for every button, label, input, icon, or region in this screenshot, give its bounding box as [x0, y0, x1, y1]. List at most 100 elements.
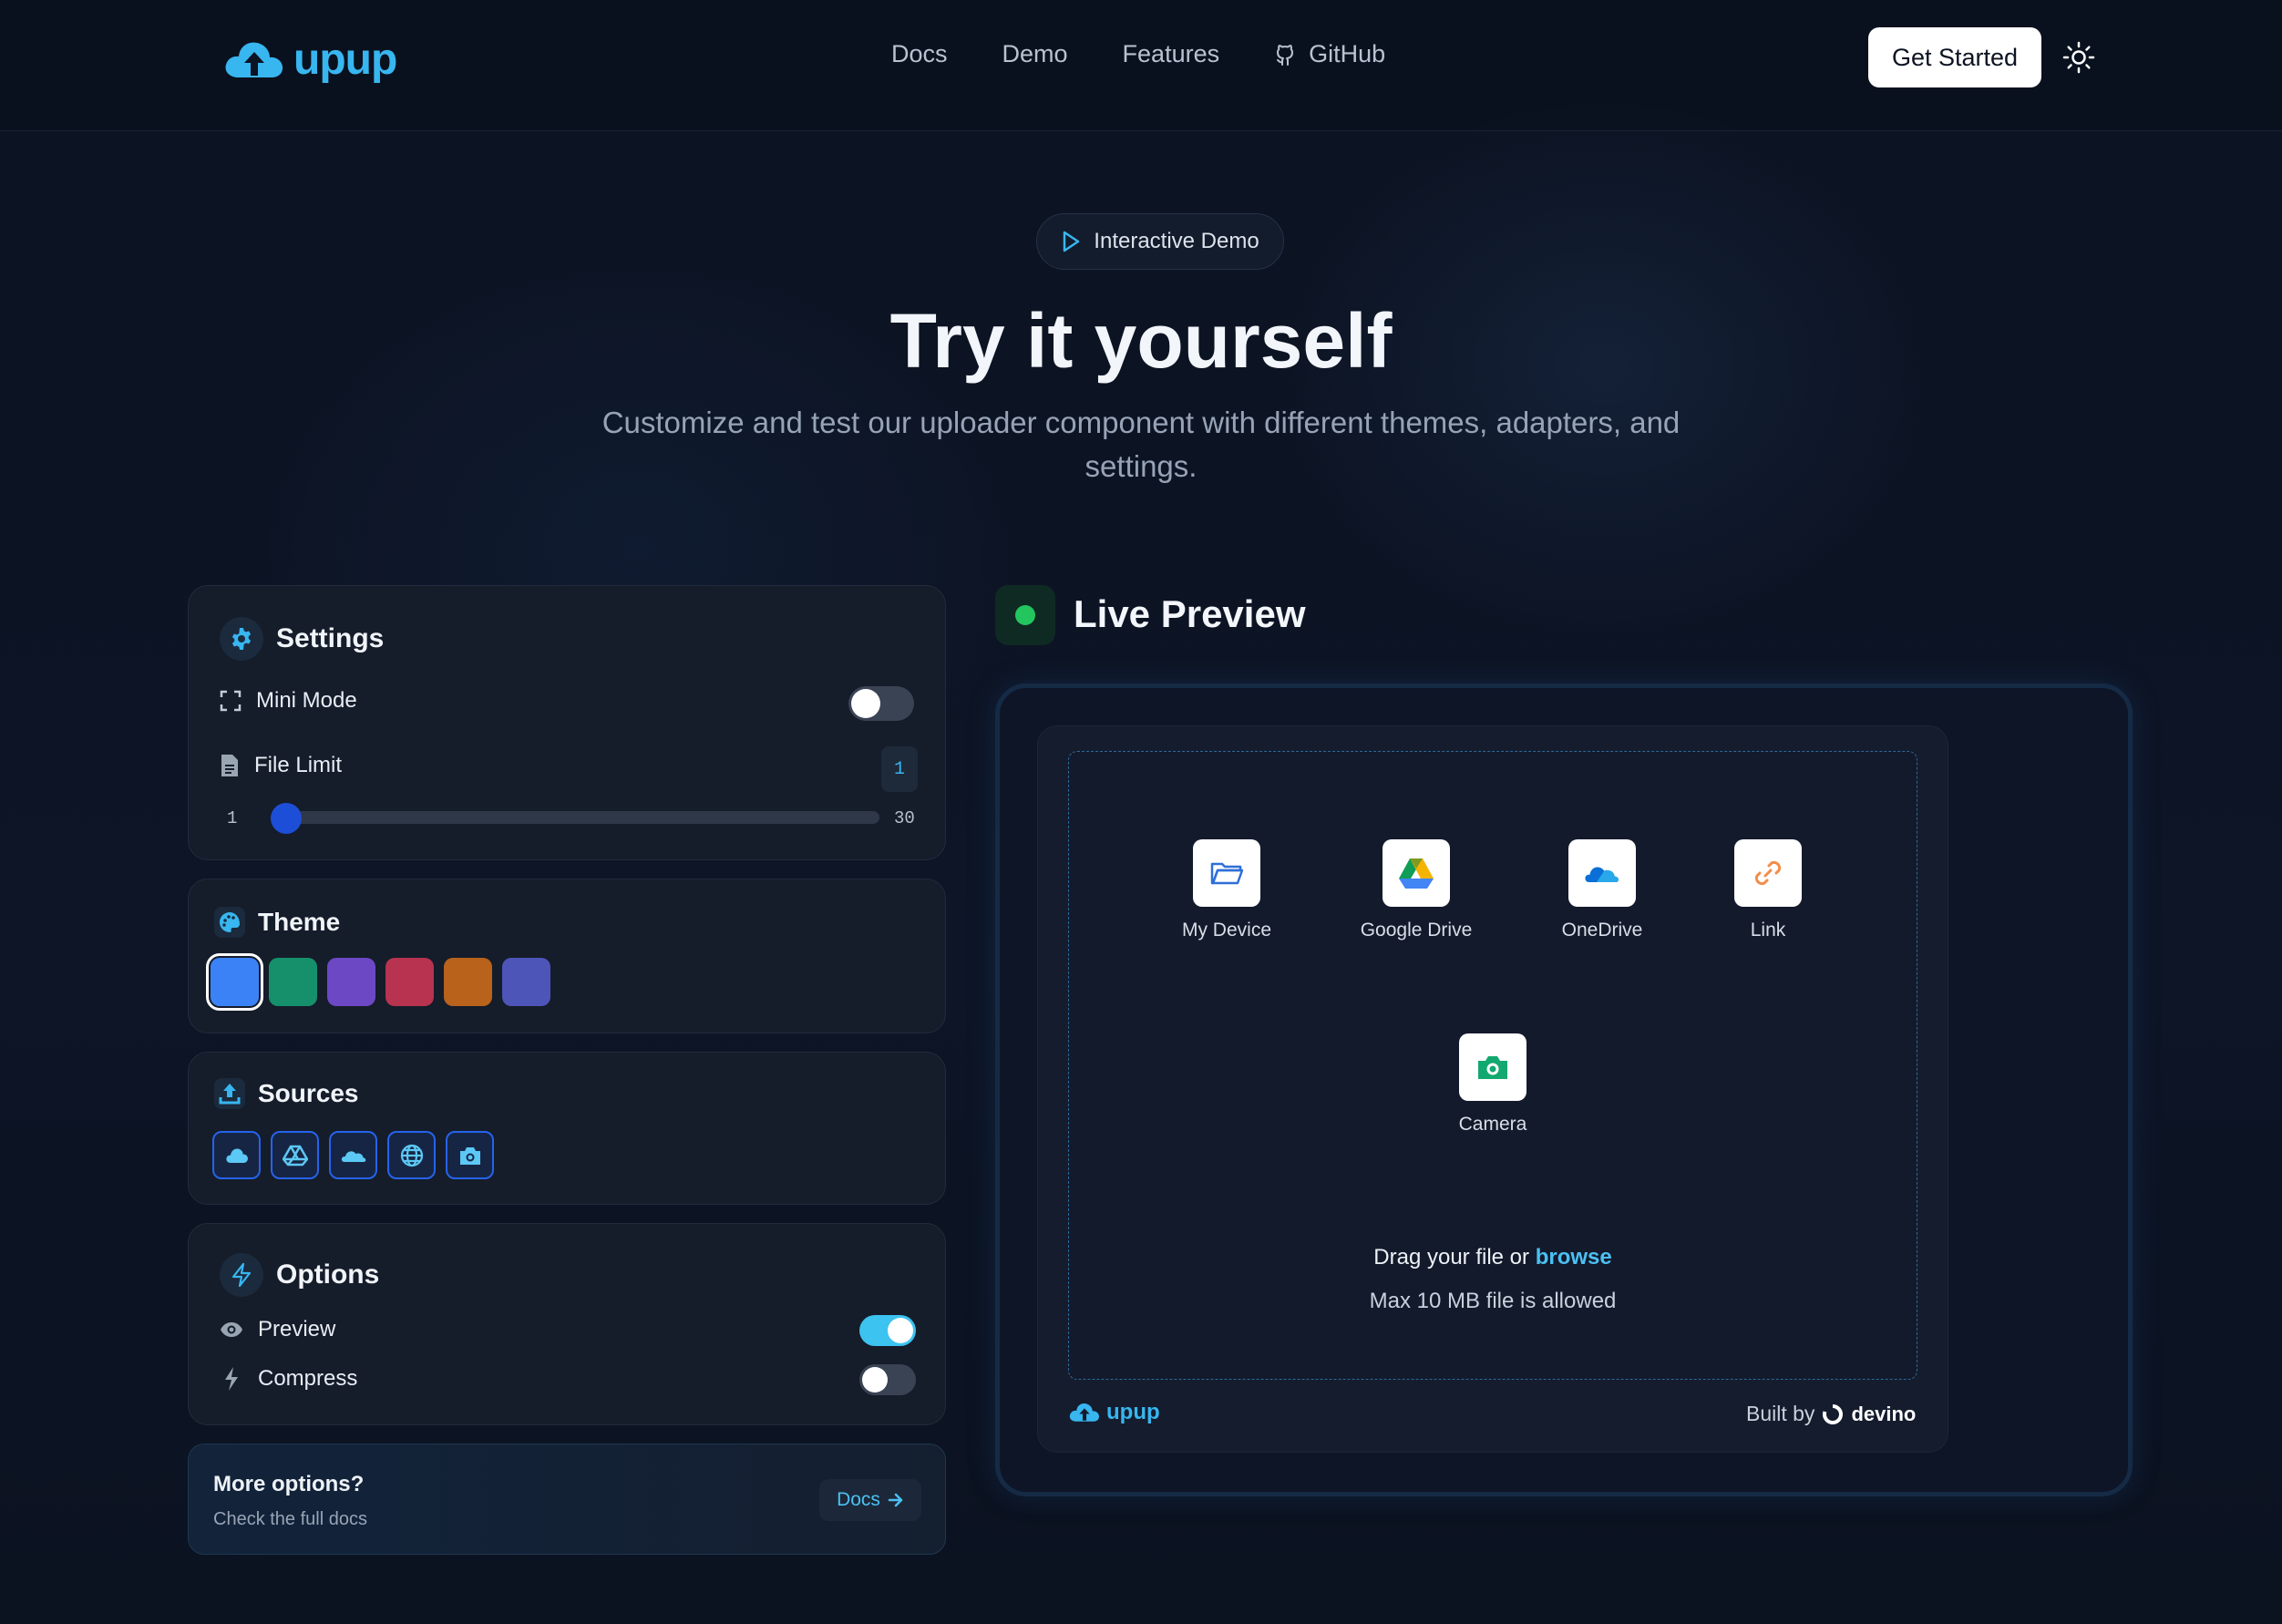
settings-header: Settings: [220, 617, 384, 661]
adapter-label: Link: [1750, 920, 1786, 940]
main-nav: Docs Demo Features GitHub: [891, 40, 1440, 68]
source-google-drive-button[interactable]: [271, 1131, 319, 1179]
logo[interactable]: upup: [222, 35, 397, 85]
docs-button[interactable]: Docs: [819, 1479, 921, 1521]
nav-label: Demo: [1002, 40, 1068, 67]
mini-mode-row: Mini Mode: [220, 688, 357, 714]
mini-mode-label: Mini Mode: [256, 688, 357, 713]
expand-icon: [220, 690, 242, 712]
settings-card: Settings Mini Mode File Limit 1 1 30: [188, 585, 946, 860]
devino-brand: devino: [1851, 1402, 1917, 1425]
nav-label: GitHub: [1309, 40, 1386, 67]
toggle-knob: [888, 1318, 913, 1343]
adapter-tile: [1193, 839, 1260, 907]
theme-swatch-orange[interactable]: [444, 958, 492, 1006]
file-icon: [221, 755, 238, 776]
mini-mode-toggle[interactable]: [848, 686, 914, 721]
theme-toggle-button[interactable]: [2061, 40, 2096, 75]
google-drive-icon: [1399, 858, 1434, 889]
theme-title: Theme: [258, 908, 341, 936]
source-toggle-list: [212, 1131, 494, 1179]
footer-logo-text: upup: [1106, 1400, 1160, 1424]
theme-swatch-green[interactable]: [269, 958, 317, 1006]
max-size-text: Max 10 MB file is allowed: [1369, 1289, 1617, 1313]
sources-title: Sources: [258, 1079, 359, 1107]
get-started-button[interactable]: Get Started: [1868, 27, 2041, 87]
browse-link[interactable]: browse: [1536, 1245, 1612, 1269]
theme-swatch-indigo[interactable]: [502, 958, 550, 1006]
adapter-label: Camera: [1458, 1114, 1527, 1135]
adapter-label: OneDrive: [1561, 920, 1643, 940]
lightning-icon: [231, 1262, 252, 1288]
github-icon: [1277, 44, 1294, 66]
preview-toggle[interactable]: [859, 1315, 916, 1346]
toggle-knob: [862, 1367, 888, 1393]
adapter-onedrive[interactable]: OneDrive: [1529, 839, 1675, 941]
adapter-my-device[interactable]: My Device: [1154, 839, 1300, 941]
camera-icon: [1478, 1056, 1507, 1079]
file-limit-label: File Limit: [254, 753, 343, 777]
compress-option-row: Compress: [220, 1366, 357, 1392]
adapter-label: My Device: [1181, 920, 1272, 940]
source-link-button[interactable]: [387, 1131, 436, 1179]
settings-title: Settings: [276, 623, 385, 653]
cloud-upload-icon: [225, 42, 283, 77]
file-limit-slider-track[interactable]: [271, 811, 879, 824]
more-options-title: More options?: [213, 1472, 365, 1496]
eye-icon: [221, 1322, 242, 1337]
devino-logo-icon: [1823, 1403, 1844, 1424]
source-camera-button[interactable]: [446, 1131, 494, 1179]
adapter-camera[interactable]: Camera: [1420, 1033, 1566, 1136]
options-card: Options Preview Compress: [188, 1223, 946, 1425]
theme-swatch-blue[interactable]: [206, 953, 263, 1011]
theme-swatches: [206, 953, 550, 1011]
onedrive-icon: [341, 1150, 365, 1162]
compress-toggle[interactable]: [859, 1364, 916, 1395]
file-limit-row: File Limit: [220, 753, 342, 778]
uploader-footer-logo[interactable]: upup: [1068, 1400, 1160, 1425]
theme-swatch-purple[interactable]: [327, 958, 375, 1006]
adapter-label: Google Drive: [1360, 920, 1473, 940]
live-preview-title: Live Preview: [1074, 592, 1306, 635]
theme-header: Theme: [214, 907, 340, 938]
theme-card: Theme: [188, 879, 946, 1033]
nav-github[interactable]: GitHub: [1274, 40, 1385, 68]
source-device-button[interactable]: [212, 1131, 261, 1179]
drag-text: Drag your file or: [1373, 1245, 1530, 1269]
slider-min-label: 1: [227, 808, 238, 828]
sources-header: Sources: [214, 1078, 359, 1109]
badge-label: Interactive Demo: [1094, 229, 1259, 253]
globe-icon: [400, 1144, 423, 1167]
interactive-demo-badge: Interactive Demo: [1036, 213, 1284, 270]
camera-icon: [459, 1146, 480, 1165]
built-by[interactable]: Built by devino: [1746, 1402, 1916, 1426]
options-icon-box: [220, 1253, 263, 1297]
preview-option-label: Preview: [258, 1317, 336, 1341]
theme-swatch-red[interactable]: [385, 958, 434, 1006]
nav-features[interactable]: Features: [1123, 40, 1220, 68]
live-indicator: [995, 585, 1055, 645]
adapter-google-drive[interactable]: Google Drive: [1343, 839, 1489, 941]
adapter-tile: [1568, 839, 1636, 907]
onedrive-icon: [1585, 867, 1619, 882]
cloud-icon: [225, 1147, 248, 1163]
folder-icon: [1210, 862, 1243, 885]
page-subtitle: Customize and test our uploader componen…: [601, 406, 1681, 483]
bolt-icon: [225, 1367, 238, 1391]
file-limit-slider-thumb[interactable]: [271, 803, 302, 834]
google-drive-icon: [282, 1145, 308, 1166]
source-onedrive-button[interactable]: [329, 1131, 377, 1179]
gear-icon: [231, 628, 252, 650]
top-nav-bar: upup Docs Demo Features GitHub Get Start…: [0, 0, 2282, 131]
cloud-upload-icon: [1069, 1403, 1099, 1422]
toggle-knob: [851, 689, 880, 718]
settings-icon-box: [220, 617, 263, 661]
file-limit-value: 1: [881, 746, 918, 792]
adapter-link[interactable]: Link: [1695, 839, 1841, 941]
nav-docs[interactable]: Docs: [891, 40, 948, 68]
options-header: Options: [220, 1253, 379, 1297]
palette-icon: [214, 907, 245, 938]
nav-demo[interactable]: Demo: [1002, 40, 1068, 68]
compress-option-label: Compress: [258, 1366, 358, 1391]
sources-card: Sources: [188, 1052, 946, 1205]
